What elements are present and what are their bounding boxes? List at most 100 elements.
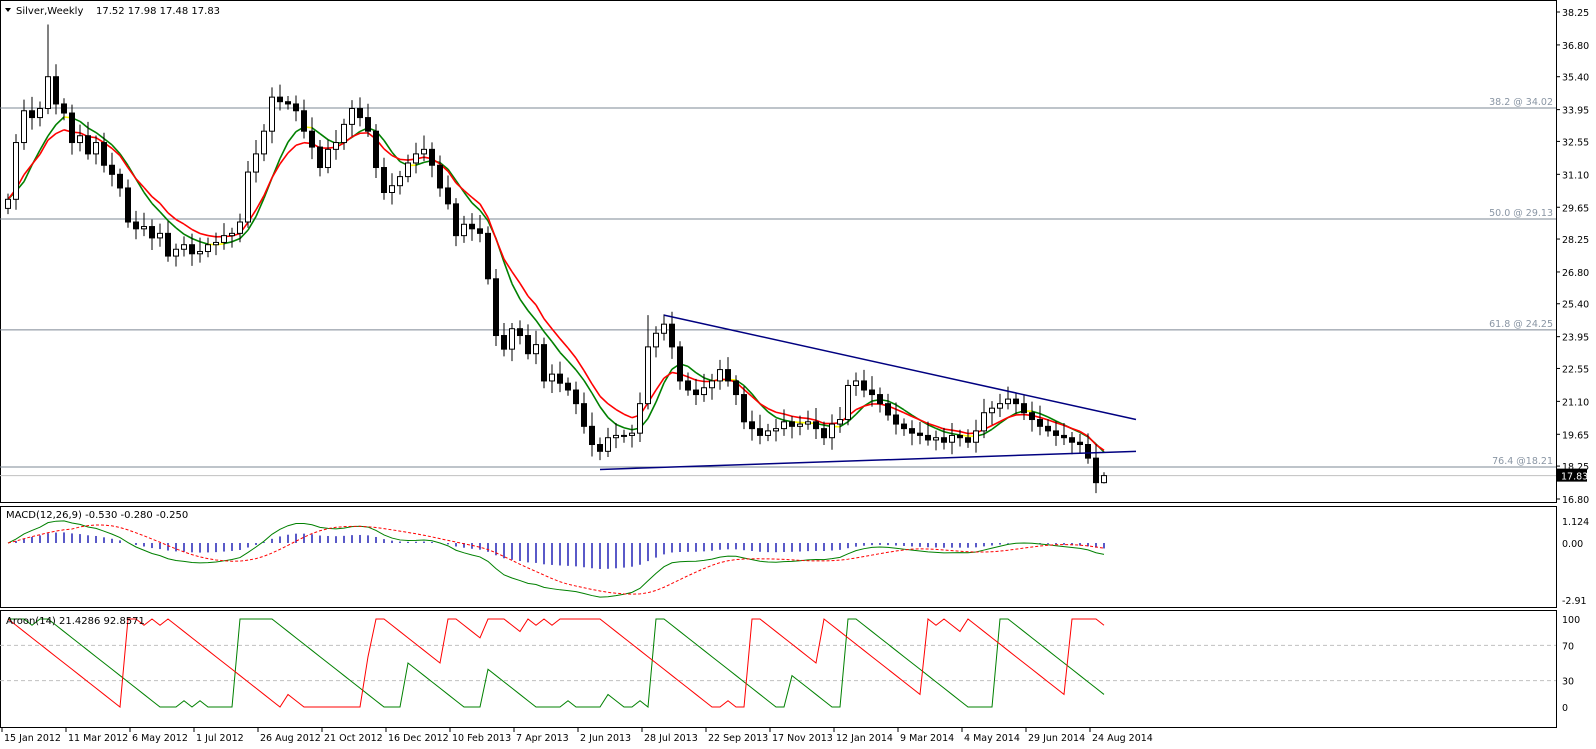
candle: [414, 143, 419, 174]
candle-body: [78, 136, 83, 143]
fast-ma-segment: [184, 234, 192, 238]
price-tick-label: 36.80: [1562, 41, 1589, 52]
slow-ma-segment: [1096, 445, 1104, 451]
candle-body: [422, 149, 427, 154]
candle-body: [430, 149, 435, 165]
slow-ma-segment: [576, 358, 584, 370]
candle-body: [102, 143, 107, 166]
candle: [814, 408, 819, 439]
price-tick-label: 23.95: [1562, 333, 1589, 344]
candle-body: [518, 329, 523, 336]
candle-body: [950, 435, 955, 442]
candle-body: [382, 168, 387, 193]
slow-ma-segment: [544, 319, 552, 329]
fast-ma-segment: [280, 142, 288, 158]
candle: [590, 412, 595, 456]
slow-ma-segment: [264, 178, 272, 196]
candle-body: [62, 104, 67, 113]
candle: [518, 320, 523, 344]
slow-ma-segment: [1064, 425, 1072, 428]
fast-ma-segment: [600, 407, 608, 418]
candle: [574, 382, 579, 414]
candle-body: [262, 131, 267, 154]
candle: [38, 101, 43, 126]
aroon-tick-label: 0: [1562, 703, 1568, 714]
candle: [726, 357, 731, 387]
slow-ma-segment: [192, 230, 200, 234]
candle-body: [14, 143, 19, 200]
candle-body: [542, 345, 547, 381]
fast-ma-segment: [192, 239, 200, 242]
candle-body: [1054, 431, 1059, 436]
slow-ma-segment: [1088, 436, 1096, 444]
candle: [638, 393, 643, 442]
candle-body: [902, 424, 907, 429]
aroon-up-line: [8, 619, 1104, 707]
candle: [326, 140, 331, 174]
candle-body: [438, 165, 443, 188]
candle: [598, 437, 603, 460]
time-tick-label: 10 Feb 2013: [452, 733, 511, 744]
candle-body: [6, 199, 11, 208]
slow-ma-segment: [696, 380, 704, 381]
candle-body: [766, 431, 771, 436]
candle: [222, 223, 227, 250]
fast-ma-segment: [232, 239, 240, 242]
fast-ma-segment: [528, 311, 536, 321]
candle: [358, 97, 363, 126]
candle-body: [630, 433, 635, 435]
chart-canvas[interactable]: 38.2 @ 34.0250.0 @ 29.1361.8 @ 24.2576.4…: [0, 0, 1596, 745]
candle: [262, 124, 267, 161]
price-tick-label: 19.65: [1562, 430, 1589, 441]
slow-ma-segment: [784, 414, 792, 416]
price-tick-label: 16.80: [1562, 495, 1589, 506]
slow-ma-segment: [296, 143, 304, 146]
price-tick-label: 25.40: [1562, 300, 1589, 311]
aroon-tick-label: 30: [1562, 677, 1574, 688]
candle-body: [254, 154, 259, 172]
time-tick-label: 16 Dec 2012: [388, 733, 449, 744]
symbol-label: Silver,Weekly: [16, 6, 83, 17]
candle: [206, 238, 211, 258]
candle: [182, 236, 187, 256]
aroon-panel-frame: [1, 611, 1557, 728]
candle-body: [654, 333, 659, 347]
time-tick-label: 7 Apr 2013: [516, 733, 569, 744]
candle-body: [694, 390, 699, 395]
fast-ma-segment: [560, 352, 568, 361]
candle-body: [182, 245, 187, 250]
fast-ma-segment: [80, 121, 88, 127]
candle-body: [366, 118, 371, 132]
candle-body: [406, 163, 411, 177]
candle-body: [534, 345, 539, 354]
price-tick-label: 38.25: [1562, 8, 1589, 19]
slow-ma-segment: [792, 416, 800, 417]
time-tick-label: 29 Jun 2014: [1028, 733, 1085, 744]
candle: [310, 117, 315, 159]
slow-ma-segment: [512, 272, 520, 284]
candle-body: [686, 381, 691, 390]
candle-body: [806, 422, 811, 424]
candle: [614, 423, 619, 448]
candle: [774, 419, 779, 441]
aroon-panel: 10070300: [0, 615, 1580, 714]
candle-body: [862, 381, 867, 390]
candle-body: [790, 422, 795, 427]
slow-ma-segment: [520, 283, 528, 296]
main-panel-frame: [1, 1, 1557, 503]
candle-body: [502, 336, 507, 350]
candle-body: [134, 222, 139, 229]
slow-ma-segment: [152, 197, 160, 204]
candle-body: [166, 233, 171, 256]
candle-body: [726, 370, 731, 381]
candle-body: [206, 245, 211, 252]
candle-body: [590, 426, 595, 444]
candle-body: [982, 413, 987, 431]
fast-ma-segment: [768, 412, 776, 418]
candle-body: [598, 445, 603, 452]
candle-body: [118, 174, 123, 188]
aroon-down-line: [8, 619, 1104, 707]
dropdown-triangle-icon[interactable]: [5, 8, 11, 12]
candle: [366, 104, 371, 137]
price-tick-label: 35.40: [1562, 73, 1589, 84]
